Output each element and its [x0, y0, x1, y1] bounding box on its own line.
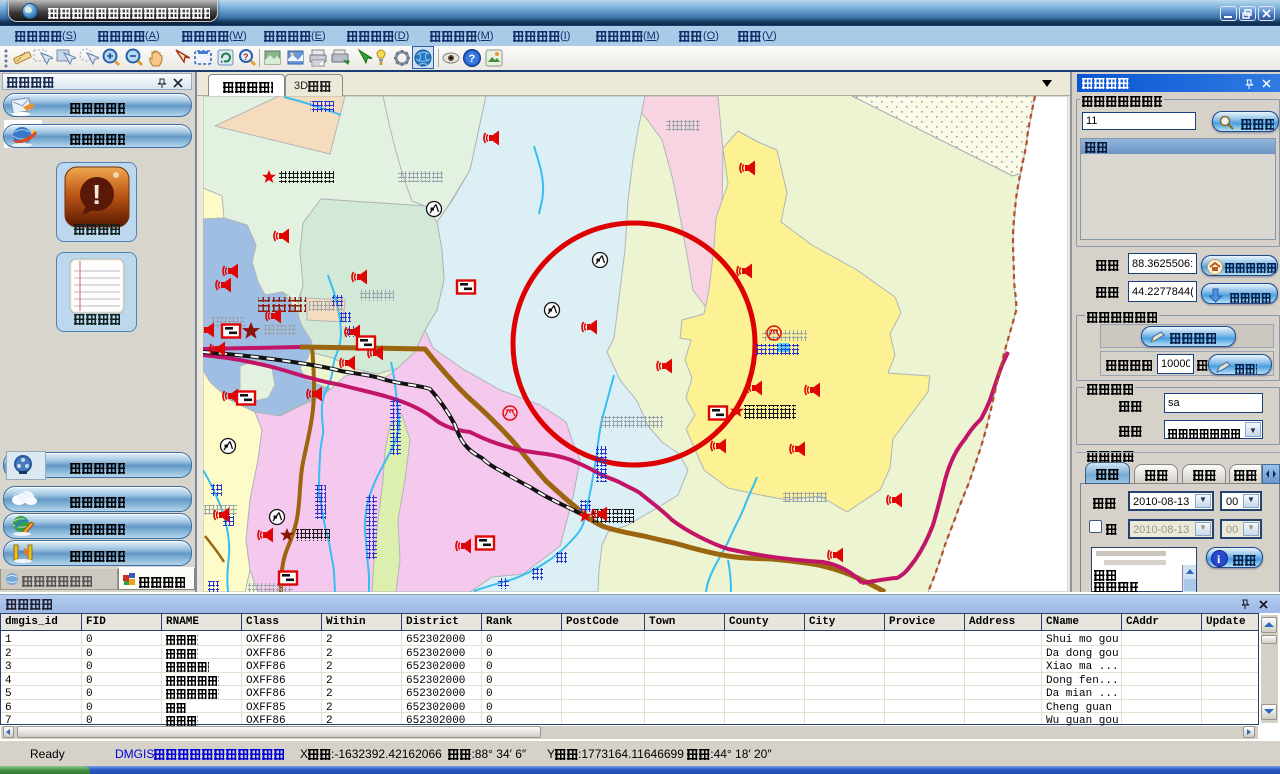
svg-text:?: ? [243, 52, 249, 62]
svg-text:?: ? [469, 53, 476, 65]
svg-text:!: ! [92, 179, 101, 210]
